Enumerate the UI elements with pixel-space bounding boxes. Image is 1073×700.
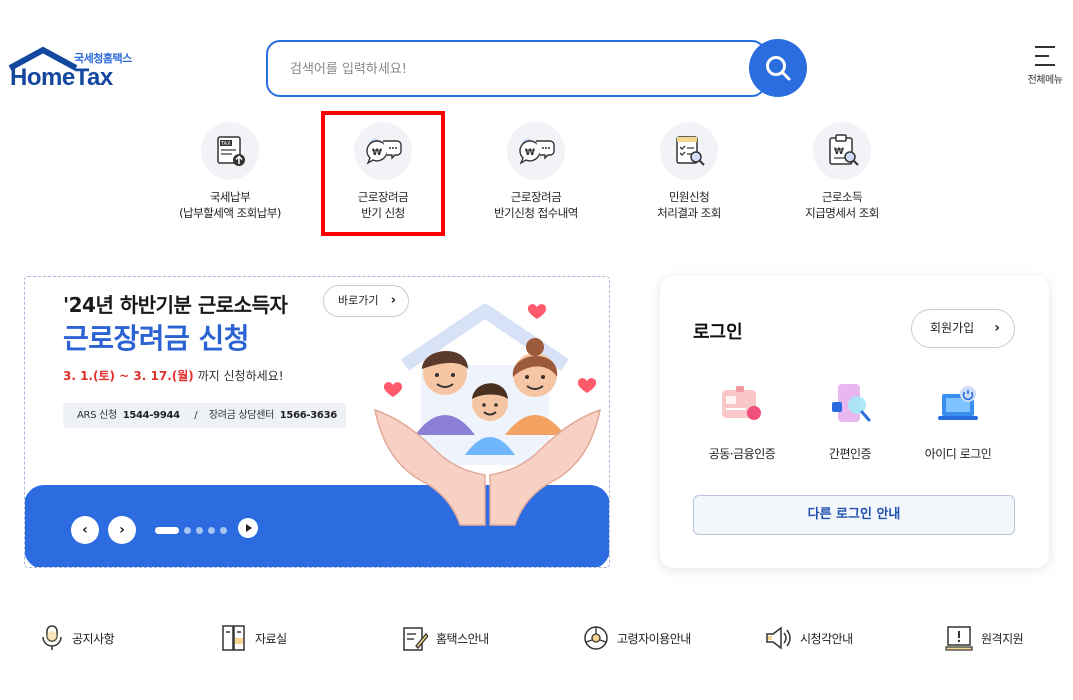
cert-login-option[interactable]: 공동·금융인증	[692, 380, 792, 462]
quick-incentive-apply[interactable]: ₩ 근로장려금반기 신청	[313, 122, 453, 221]
contact-separator: /	[194, 410, 198, 421]
tax-payment-icon: TAX	[217, 136, 245, 166]
nav-hometax-guide-label: 홈택스안내	[436, 631, 489, 646]
nav-notice[interactable]: 공지사항	[40, 620, 115, 656]
banner-play-button[interactable]	[238, 518, 258, 538]
nav-notice-label: 공지사항	[72, 631, 115, 646]
svg-text:TAX: TAX	[220, 141, 231, 147]
banner-title-line2: 근로장려금 신청	[63, 322, 250, 355]
search-icon	[766, 56, 791, 81]
civil-petition-icon	[676, 136, 705, 166]
slide-dot[interactable]	[184, 526, 191, 534]
banner-prev-button[interactable]: ‹	[71, 516, 99, 544]
quick-label-line2: 반기신청 접수내역	[494, 206, 578, 220]
slide-dot[interactable]	[220, 526, 227, 534]
id-login-icon	[938, 386, 978, 420]
microphone-icon	[42, 625, 62, 650]
family-illustration	[374, 304, 601, 526]
remote-support-icon	[945, 626, 973, 651]
ars-number: 1544-9944	[122, 410, 180, 421]
nav-hometax-guide[interactable]: 홈택스안내	[402, 620, 489, 656]
guide-icon	[403, 627, 428, 651]
play-icon	[246, 524, 252, 532]
banner-date-suffix: 까지 신청하세요!	[193, 369, 284, 383]
search-input[interactable]	[290, 56, 730, 82]
banner-title-line1: '24년 하반기분 근로소득자	[63, 293, 288, 317]
simple-auth-icon	[832, 384, 871, 422]
center-label: 장려금 상담센터	[208, 410, 274, 421]
quick-label-line1: 근로장려금	[357, 190, 409, 204]
nav-senior-guide-label: 고령자이용안내	[617, 631, 691, 646]
banner-date: 3. 1.(토) ~ 3. 17.(월) 까지 신청하세요!	[63, 367, 284, 384]
other-login-button[interactable]: 다른 로그인 안내	[693, 495, 1015, 535]
cert-login-label: 공동·금융인증	[708, 447, 776, 461]
quick-label-line2: 반기 신청	[361, 206, 405, 220]
slide-dot[interactable]	[155, 526, 179, 534]
certificate-icon	[722, 386, 761, 420]
application-history-icon: ₩	[519, 139, 555, 165]
nav-audiovisual-guide[interactable]: 시청각안내	[764, 620, 853, 656]
quick-label-line2: 처리결과 조회	[657, 206, 721, 220]
banner-pagination	[155, 526, 227, 534]
hamburger-icon	[1035, 46, 1055, 66]
chevron-right-icon: ›	[994, 320, 1000, 336]
nav-remote-support[interactable]: 원격지원	[945, 620, 1024, 656]
earned-income-incentive-icon: ₩	[366, 139, 402, 165]
svg-text:₩: ₩	[372, 148, 382, 158]
svg-text:₩: ₩	[525, 148, 535, 158]
simple-auth-label: 간편인증	[828, 447, 872, 461]
id-login-label: 아이디 로그인	[924, 447, 992, 461]
quick-label-line1: 근로소득	[821, 190, 863, 204]
search-box	[266, 40, 766, 97]
search-button[interactable]	[749, 39, 807, 97]
all-menu-button[interactable]: 전체메뉴	[1020, 46, 1070, 92]
quick-label-line1: 민원신청	[668, 190, 710, 204]
nav-senior-guide[interactable]: 고령자이용안내	[583, 620, 691, 656]
nav-archive-label: 자료실	[255, 631, 287, 646]
login-panel: 로그인 회원가입 › 공동·금융인증 간편인증 아이디 로그인 다른 로그인 안…	[660, 276, 1049, 568]
chevron-left-icon: ‹	[82, 522, 88, 538]
quick-tax-payment[interactable]: TAX 국세납부 (납부할세액 조회납부)	[160, 122, 300, 221]
id-login-option[interactable]: 아이디 로그인	[908, 380, 1008, 462]
join-button[interactable]: 회원가입 ›	[911, 309, 1015, 348]
ars-label: ARS 신청	[77, 410, 117, 421]
simple-auth-option[interactable]: 간편인증	[800, 380, 900, 462]
quick-civil-petition[interactable]: 민원신청처리결과 조회	[619, 122, 759, 221]
slide-dot[interactable]	[208, 526, 215, 534]
quick-incentive-history[interactable]: ₩ 근로장려금반기신청 접수내역	[466, 122, 606, 221]
quick-label-line1: 근로장려금	[510, 190, 562, 204]
quick-label-line2: (납부할세액 조회납부)	[179, 206, 281, 220]
senior-icon	[584, 626, 608, 650]
archive-icon	[222, 625, 245, 651]
speaker-icon	[766, 626, 791, 650]
login-title: 로그인	[693, 322, 743, 343]
banner-contact: ARS 신청 1544-9944 / 장려금 상담센터 1566-3636	[63, 403, 346, 428]
nav-audiovisual-guide-label: 시청각안내	[800, 631, 853, 646]
nav-remote-support-label: 원격지원	[981, 631, 1024, 646]
quick-payment-statement[interactable]: ₩ 근로소득지급명세서 조회	[772, 122, 912, 221]
svg-text:₩: ₩	[834, 147, 844, 157]
nav-archive[interactable]: 자료실	[221, 620, 287, 656]
logo-title: HomeTax	[10, 64, 113, 91]
all-menu-label: 전체메뉴	[1027, 75, 1063, 86]
slide-dot[interactable]	[196, 526, 203, 534]
center-number: 1566-3636	[279, 410, 337, 421]
quick-label-line1: 국세납부	[209, 190, 251, 204]
chevron-right-icon: ›	[119, 522, 125, 538]
hometax-logo[interactable]: 국세청홈택스 HomeTax	[8, 44, 148, 94]
banner-date-range: 3. 1.(토) ~ 3. 17.(월)	[63, 369, 194, 383]
quick-label-line2: 지급명세서 조회	[805, 206, 879, 220]
banner-next-button[interactable]: ›	[108, 516, 136, 544]
promo-banner[interactable]: '24년 하반기분 근로소득자 근로장려금 신청 바로가기 › 3. 1.(토)…	[24, 276, 610, 568]
join-label: 회원가입	[930, 321, 975, 335]
payment-statement-icon: ₩	[829, 134, 859, 166]
